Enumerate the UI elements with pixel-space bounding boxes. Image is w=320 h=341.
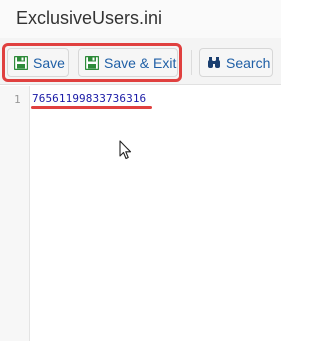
- search-button[interactable]: Search: [199, 48, 273, 77]
- title-bar: ExclusiveUsers.ini: [0, 0, 281, 38]
- line-number-gutter: [0, 86, 30, 341]
- window-title: ExclusiveUsers.ini: [16, 8, 163, 28]
- toolbar-separator: [191, 50, 192, 75]
- floppy-disk-icon: [84, 55, 100, 70]
- toolbar: Save Save & Exit Search: [0, 38, 281, 85]
- save-and-exit-button[interactable]: Save & Exit: [78, 48, 178, 77]
- mouse-pointer-icon: [119, 140, 133, 160]
- save-label: Save: [33, 54, 65, 71]
- floppy-disk-icon: [13, 55, 29, 70]
- highlight-underline: [31, 106, 152, 109]
- code-line[interactable]: 76561199833736316: [32, 92, 146, 105]
- save-and-exit-label: Save & Exit: [104, 54, 177, 71]
- editor-window: ExclusiveUsers.ini Save Save & Exit Sear…: [0, 0, 281, 341]
- binoculars-icon: [207, 56, 221, 70]
- search-label: Search: [226, 54, 271, 71]
- save-button[interactable]: Save: [7, 48, 69, 77]
- line-number: 1: [14, 93, 21, 106]
